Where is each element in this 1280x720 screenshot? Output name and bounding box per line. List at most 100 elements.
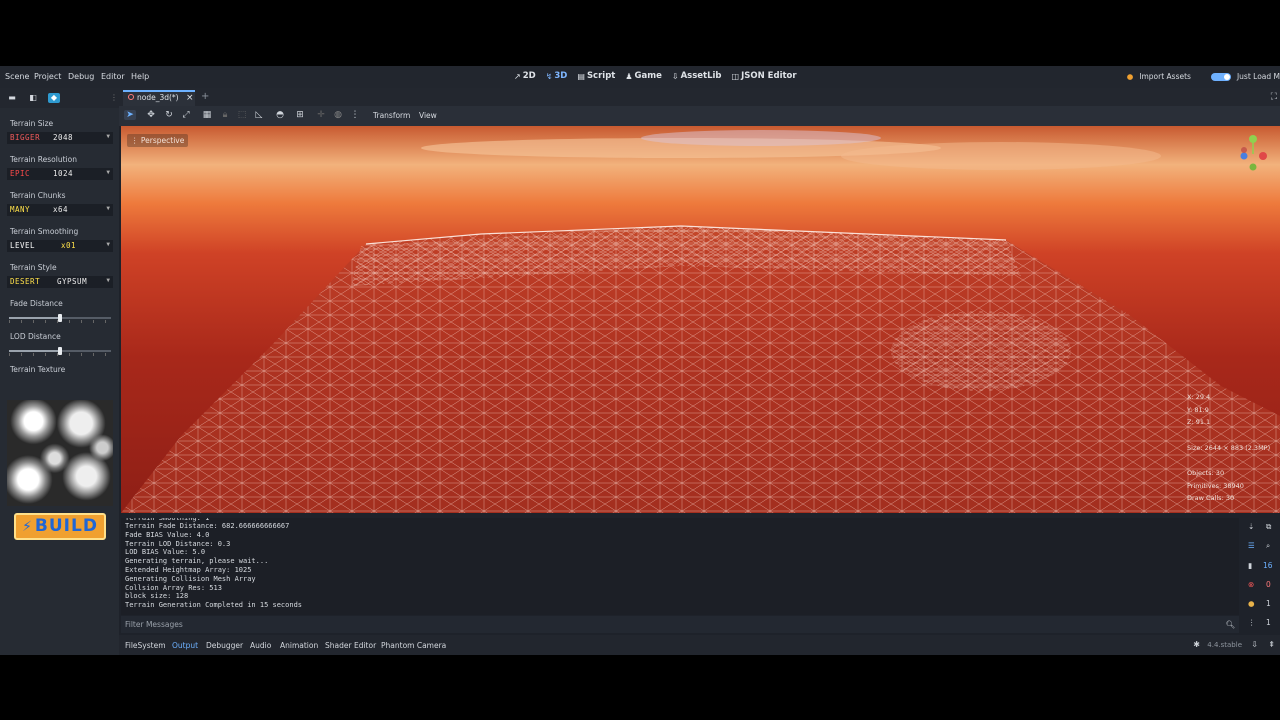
lod-distance-label: LOD Distance (10, 332, 61, 341)
filter-messages-input[interactable]: Filter Messages 🔍︎ (121, 616, 1239, 633)
warning-count: 1 (1266, 599, 1271, 608)
menu-project[interactable]: Project (34, 72, 61, 81)
update-spinner-icon[interactable]: ✱ (1193, 640, 1200, 649)
view-menu[interactable]: View (419, 111, 437, 120)
menu-bar: Scene Project Debug Editor Help ↗ 2D ↯ 3D … (0, 66, 1280, 88)
log-line: Terrain LOD Distance: 0.3 (125, 539, 231, 548)
slider-handle[interactable] (58, 314, 62, 322)
tab-node-3d[interactable]: node_3d(*) × (123, 90, 195, 106)
mode-2d-button[interactable]: ↗ 2D (514, 71, 536, 81)
ruler-icon[interactable]: ◺ (253, 110, 265, 120)
axis-gizmo[interactable] (1238, 134, 1268, 174)
list-select-icon[interactable]: ▦ (201, 110, 213, 120)
terrain-smoothing-dropdown[interactable]: LEVEL x01 ▼ (7, 240, 113, 252)
tab-shader-editor[interactable]: Shader Editor (325, 641, 376, 650)
just-load-toggle[interactable] (1210, 72, 1231, 81)
expand-panel-icon[interactable]: ⇞ (1268, 640, 1275, 649)
stat-objects: Objects: 30 (1187, 469, 1225, 477)
search-icon[interactable]: ⌕ (1266, 541, 1270, 551)
terrain-texture-preview[interactable] (7, 400, 113, 506)
move-tool-icon[interactable]: ✥ (145, 110, 157, 120)
log-line: block size: 128 (125, 592, 189, 601)
output-log: Terrain Smoothing: 1 Terrain Fade Distanc… (125, 518, 302, 610)
distraction-free-icon[interactable]: ⛶ (1271, 92, 1277, 102)
terrain-chunks-value: x64 (53, 205, 69, 214)
perspective-label: Perspective (140, 136, 185, 145)
group-icon[interactable]: ⬚ (236, 110, 248, 120)
stat-x: X: 29.4 (1187, 393, 1211, 401)
terrain-resolution-dropdown[interactable]: EPIC 1024 ▼ (7, 168, 113, 180)
menu-debug[interactable]: Debug (68, 72, 94, 81)
camera-icon[interactable]: ✛ (315, 110, 327, 120)
scene-tree-icon[interactable]: ▬ (6, 93, 18, 103)
mode-assetlib-button[interactable]: ⇩ AssetLib (672, 71, 722, 81)
scale-tool-icon[interactable]: ⤢ (180, 110, 192, 120)
terrain-dock: ▬ ◧ ◆ ⋮ Terrain Size BIGGER 2048 ▼ Terra… (0, 88, 119, 655)
chevron-down-icon: ▼ (106, 277, 110, 284)
mode-3d-button[interactable]: ↯ 3D (546, 71, 568, 81)
error-count: 0 (1266, 580, 1271, 589)
terrain-style-key: DESERT (10, 277, 41, 286)
rotate-tool-icon[interactable]: ↻ (163, 110, 175, 120)
mode-json-editor-button[interactable]: ◫ JSON Editor (732, 71, 797, 81)
mode-game-button[interactable]: ♟ Game (625, 71, 662, 81)
terrain-size-dropdown[interactable]: BIGGER 2048 ▼ (7, 132, 113, 144)
menu-scene[interactable]: Scene (5, 72, 29, 81)
local-space-icon[interactable]: ◓ (274, 110, 286, 120)
tab-animation[interactable]: Animation (280, 641, 318, 650)
error-icon[interactable]: ⊗ (1248, 580, 1254, 589)
scene-node-icon (128, 94, 134, 100)
log-line: Collsion Array Res: 513 (125, 583, 222, 592)
log-line: Terrain Generation Completed in 15 secon… (125, 601, 303, 610)
chevron-down-icon: ▼ (106, 169, 110, 176)
select-tool-icon[interactable]: ➤ (124, 110, 136, 120)
menu-editor[interactable]: Editor (101, 72, 125, 81)
terrain-size-label: Terrain Size (10, 119, 54, 128)
pin-panel-icon[interactable]: ⇩ (1251, 640, 1258, 649)
chevron-down-icon: ▼ (106, 205, 110, 212)
terrain-style-dropdown[interactable]: DESERT GYPSUM ▼ (7, 276, 113, 288)
tab-output[interactable]: Output (172, 641, 198, 650)
tab-filesystem[interactable]: FileSystem (125, 641, 166, 650)
menu-help[interactable]: Help (131, 72, 149, 81)
slider-handle[interactable] (58, 347, 62, 355)
terrain-chunks-label: Terrain Chunks (10, 191, 66, 200)
3d-viewport[interactable]: ⋮ Perspective X: 29.4 Y: 81.9 Z: 91.1 Si… (121, 126, 1280, 513)
tab-node-3d-label: node_3d(*) (137, 93, 179, 102)
pin-icon[interactable]: ⇣ (1248, 522, 1254, 531)
list-icon[interactable]: ☰ (1248, 541, 1255, 550)
lod-distance-slider[interactable] (9, 347, 111, 356)
transform-menu[interactable]: Transform (373, 111, 410, 120)
fade-distance-label: Fade Distance (10, 299, 63, 308)
log-icon[interactable]: ▮ (1248, 561, 1252, 570)
sun-icon[interactable]: ◍ (332, 110, 344, 120)
lock-icon[interactable]: 🔒︎ (219, 110, 231, 120)
close-icon[interactable]: × (186, 92, 194, 104)
snap-icon[interactable]: ⊞ (294, 110, 306, 120)
warning-icon[interactable]: ● (1248, 599, 1255, 608)
json-icon: ◫ (731, 71, 740, 81)
log-count: 16 (1263, 561, 1273, 570)
perspective-menu[interactable]: ⋮ Perspective (127, 134, 189, 147)
mode-script-button[interactable]: ▤ Script (577, 71, 615, 81)
right-menu: ● Import Assets Just Load M (1127, 72, 1280, 81)
terrain-plugin-icon[interactable]: ◆ (48, 93, 60, 103)
build-label: BUILD (34, 516, 98, 536)
more-options-icon[interactable]: ⋮ (349, 110, 361, 120)
stat-primitives: Primitives: 38940 (1187, 481, 1244, 490)
tab-debugger[interactable]: Debugger (206, 641, 243, 650)
import-icon: ● (1126, 72, 1134, 81)
add-tab-icon[interactable]: + (201, 91, 209, 102)
message-icon[interactable]: ⋮ (1248, 618, 1256, 627)
terrain-chunks-dropdown[interactable]: MANY x64 ▼ (7, 204, 113, 216)
copy-icon[interactable]: ⧉ (1266, 522, 1271, 532)
terrain-wireframe (121, 126, 1280, 513)
build-button[interactable]: ⚡ BUILD (14, 513, 106, 540)
tab-phantom-camera[interactable]: Phantom Camera (381, 641, 446, 650)
terrain-style-label: Terrain Style (10, 263, 57, 272)
import-assets-button[interactable]: Import Assets (1139, 72, 1191, 81)
fade-distance-slider[interactable] (9, 314, 111, 323)
log-line: Generating Collision Mesh Array (125, 574, 256, 583)
tab-audio[interactable]: Audio (250, 641, 271, 650)
import-dock-icon[interactable]: ◧ (27, 93, 39, 103)
